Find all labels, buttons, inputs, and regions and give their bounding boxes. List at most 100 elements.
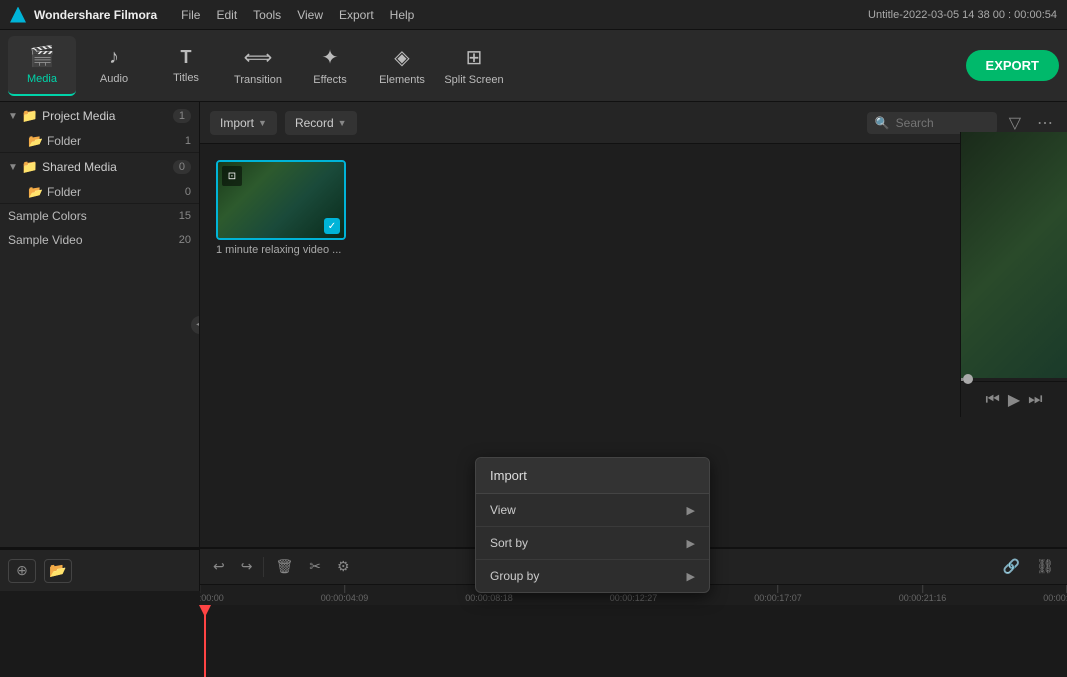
record-chevron-icon: ▼ (338, 118, 347, 128)
import-chevron-icon: ▼ (258, 118, 267, 128)
main-toolbar: 🎬 Media ♪ Audio T Titles ⟺ Transition ✦ … (0, 30, 1067, 102)
menu-view[interactable]: View (297, 8, 323, 22)
snap-button[interactable]: 🔗 (998, 555, 1025, 578)
sidebar-sample-colors[interactable]: Sample Colors 15 (0, 204, 199, 228)
sidebar-shared-media-header[interactable]: ▼ 📁 Shared Media 0 (0, 153, 199, 181)
app-name: Wondershare Filmora (34, 8, 157, 22)
record-label: Record (295, 116, 334, 130)
ruler-timestamp: 00:00:00:00 (200, 585, 224, 603)
ruler-timestamp: 00:00:04:09 (321, 585, 369, 603)
undo-button[interactable]: ↩ (208, 555, 230, 578)
context-groupby-label: Group by (490, 569, 687, 583)
ruler-timestamp: 00:00:17:07 (754, 585, 802, 603)
sidebar-section-shared-media: ▼ 📁 Shared Media 0 📂 Folder 0 (0, 153, 199, 204)
tab-titles[interactable]: T Titles (152, 36, 220, 96)
context-menu-view[interactable]: View ▶ (476, 494, 709, 526)
media-toolbar: Import ▼ Record ▼ 🔍 ▽ ⋯ (200, 102, 1067, 144)
sample-video-label: Sample Video (8, 233, 179, 247)
context-menu-groupby[interactable]: Group by ▶ (476, 560, 709, 592)
tab-elements[interactable]: ◈ Elements (368, 36, 436, 96)
context-view-arrow: ▶ (687, 504, 695, 517)
preview-next-button[interactable]: ⏭ (1028, 391, 1042, 409)
cursor-head (199, 605, 211, 617)
app-logo (10, 7, 26, 23)
sidebar-footer: ⊕ 📂 (0, 549, 200, 591)
sidebar-sample-video[interactable]: Sample Video 20 (0, 228, 199, 252)
tab-audio[interactable]: ♪ Audio (80, 36, 148, 96)
new-folder-button[interactable]: 📂 (44, 559, 72, 583)
toolbar-separator-1 (263, 557, 264, 577)
project-media-folder-icon: 📁 (22, 108, 38, 124)
delete-button[interactable]: 🗑 (270, 555, 298, 578)
import-label: Import (220, 116, 254, 130)
sample-colors-label: Sample Colors (8, 209, 179, 223)
shared-folder-label: Folder (47, 185, 181, 199)
preview-video (961, 132, 1067, 378)
media-icon: 🎬 (30, 44, 55, 69)
sample-video-count: 20 (179, 234, 191, 246)
tab-effects-label: Effects (313, 74, 346, 86)
add-media-button[interactable]: ⊕ (8, 559, 36, 583)
sidebar-project-folder[interactable]: 📂 Folder 1 (0, 130, 199, 152)
tab-media-label: Media (27, 73, 57, 85)
preview-prev-button[interactable]: ⏮ (985, 391, 999, 409)
record-button[interactable]: Record ▼ (285, 111, 357, 135)
tab-effects[interactable]: ✦ Effects (296, 36, 364, 96)
menu-edit[interactable]: Edit (216, 8, 237, 22)
tab-media[interactable]: 🎬 Media (8, 36, 76, 96)
context-view-label: View (490, 503, 687, 517)
media-overlay-icon: ⊡ (222, 166, 242, 186)
timeline-cursor (204, 605, 206, 677)
splitscreen-icon: ⊞ (466, 45, 483, 70)
context-menu-header: Import (476, 458, 709, 494)
shared-media-folder-icon: 📁 (22, 159, 38, 175)
preview-area: ⏮ ▶ ⏭ (960, 132, 1067, 417)
folder-icon: 📂 (28, 134, 43, 148)
redo-button[interactable]: ↪ (236, 555, 258, 578)
tab-transition[interactable]: ⟺ Transition (224, 36, 292, 96)
link-button[interactable]: ⛓ (1031, 555, 1059, 578)
search-icon: 🔍 (875, 116, 890, 130)
ruler-timestamp: 00:00:21:16 (899, 585, 947, 603)
media-item-1[interactable]: ⊡ ✓ 1 minute relaxing video ... (216, 160, 346, 256)
transition-icon: ⟺ (244, 45, 273, 70)
preview-progress-bar[interactable] (961, 378, 1067, 381)
menu-file[interactable]: File (181, 8, 200, 22)
ruler-timestamp: 00:00:25:25 (1043, 585, 1067, 603)
menu-bar: File Edit Tools View Export Help (181, 8, 414, 22)
sample-colors-count: 15 (179, 210, 191, 222)
add-media-icon: ⊕ (16, 562, 28, 579)
sidebar-collapse-arrow[interactable]: ◀ (191, 316, 200, 334)
search-input[interactable] (896, 116, 986, 130)
sidebar-section-project-media: ▼ 📁 Project Media 1 📂 Folder 1 (0, 102, 199, 153)
tab-transition-label: Transition (234, 74, 282, 86)
context-menu: Import View ▶ Sort by ▶ Group by ▶ (475, 457, 710, 593)
menu-export[interactable]: Export (339, 8, 374, 22)
search-box[interactable]: 🔍 (867, 112, 997, 134)
menu-help[interactable]: Help (390, 8, 415, 22)
effects-icon: ✦ (322, 45, 339, 70)
tab-elements-label: Elements (379, 74, 425, 86)
media-thumb-1: ⊡ ✓ (216, 160, 346, 240)
tab-splitscreen-label: Split Screen (444, 74, 503, 86)
adjust-button[interactable]: ⚙ (332, 555, 355, 578)
import-button[interactable]: Import ▼ (210, 111, 277, 135)
export-button[interactable]: EXPORT (966, 50, 1059, 81)
context-menu-sortby[interactable]: Sort by ▶ (476, 527, 709, 559)
preview-play-button[interactable]: ▶ (1008, 390, 1020, 410)
expand-arrow-shared: ▼ (8, 162, 18, 173)
sidebar-shared-folder[interactable]: 📂 Folder 0 (0, 181, 199, 203)
menu-tools[interactable]: Tools (253, 8, 281, 22)
titlebar: Wondershare Filmora File Edit Tools View… (0, 0, 1067, 30)
tab-audio-label: Audio (100, 73, 128, 85)
cut-button[interactable]: ✂ (304, 555, 326, 578)
titles-icon: T (181, 47, 192, 68)
sidebar-project-media-header[interactable]: ▼ 📁 Project Media 1 (0, 102, 199, 130)
tab-titles-label: Titles (173, 72, 199, 84)
tab-splitscreen[interactable]: ⊞ Split Screen (440, 36, 508, 96)
elements-icon: ◈ (394, 45, 409, 70)
shared-folder-icon: 📂 (28, 185, 43, 199)
timeline-tracks[interactable] (200, 605, 1067, 677)
project-media-label: Project Media (42, 109, 169, 123)
project-folder-label: Folder (47, 134, 181, 148)
